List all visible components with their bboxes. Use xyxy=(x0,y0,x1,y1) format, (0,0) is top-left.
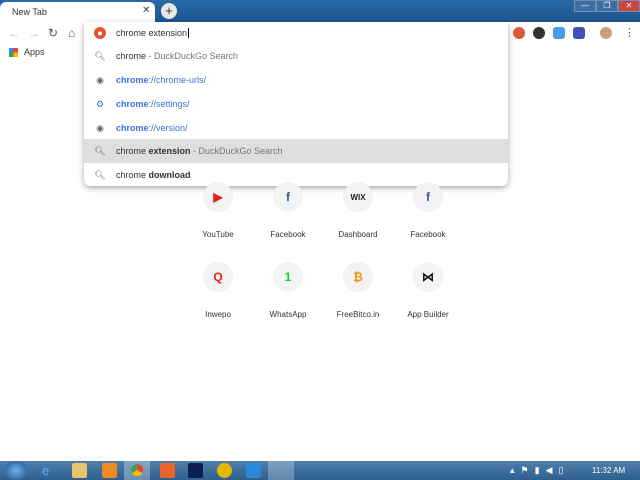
suggestion-item[interactable]: ◉ chrome://chrome-urls/ xyxy=(84,68,508,92)
tab-title: New Tab xyxy=(12,7,47,17)
vscode-icon[interactable] xyxy=(246,463,261,478)
site-favicon-icon: f xyxy=(273,182,303,212)
tile-freebitco-in[interactable]: ₿ FreeBitco.in xyxy=(323,262,393,319)
menu-icon[interactable]: ⋮ xyxy=(624,26,635,39)
site-favicon-icon: f xyxy=(413,182,443,212)
tile-facebook[interactable]: f Facebook xyxy=(253,182,323,239)
duckduckgo-extension-icon[interactable] xyxy=(513,27,525,39)
suggestion-item-selected[interactable]: 🔍︎ chrome extension - DuckDuckGo Search xyxy=(84,139,508,163)
tile-label: FreeBitco.in xyxy=(336,310,380,319)
system-tray-icons[interactable]: ▴⚑▮◀▯ xyxy=(510,465,569,476)
new-tab-button[interactable]: + xyxy=(161,3,177,19)
file-explorer-icon[interactable] xyxy=(72,463,87,478)
site-favicon-icon: 1 xyxy=(273,262,303,292)
tile-inwepo[interactable]: Q Inwepo xyxy=(183,262,253,319)
site-favicon-icon: ▶ xyxy=(203,182,233,212)
close-window-button[interactable]: ✕ xyxy=(618,0,640,12)
app-icon[interactable] xyxy=(217,463,232,478)
globe-icon: ◉ xyxy=(96,75,104,85)
app-icon[interactable] xyxy=(102,463,117,478)
close-tab-icon[interactable]: ✕ xyxy=(142,5,150,16)
suggestion-bold: extension xyxy=(148,146,191,156)
suggestion-text: ://settings/ xyxy=(148,99,190,109)
suggestion-bold: chrome xyxy=(116,75,149,85)
reload-button[interactable]: ↻ xyxy=(48,26,58,40)
chrome-icon xyxy=(131,464,143,476)
extension-icon[interactable] xyxy=(553,27,565,39)
tile-label: Dashboard xyxy=(338,230,378,239)
clock[interactable]: 11:32 AM xyxy=(592,466,625,475)
back-button[interactable]: ← xyxy=(8,26,20,40)
suggestion-suffix: - DuckDuckGo Search xyxy=(190,146,283,156)
minimize-button[interactable]: — xyxy=(574,0,596,12)
suggestion-bold: chrome xyxy=(116,123,149,133)
suggestion-text: ://chrome-urls/ xyxy=(148,75,207,85)
tile-youtube[interactable]: ▶ YouTube xyxy=(183,182,253,239)
suggestion-item[interactable]: ◉ chrome://version/ xyxy=(84,116,508,140)
omnibox-input[interactable]: ● chrome extension xyxy=(84,22,508,44)
photoshop-icon[interactable] xyxy=(188,463,203,478)
xampp-icon[interactable] xyxy=(160,463,175,478)
tile-label: Facebook xyxy=(270,230,306,239)
tile-label: Inwepo xyxy=(205,310,231,319)
chrome-taskbar-button[interactable] xyxy=(124,461,150,480)
suggestion-text: chrome xyxy=(116,51,147,61)
suggestion-item[interactable]: 🔍︎ chrome - DuckDuckGo Search xyxy=(84,44,508,68)
omnibox-dropdown: ● chrome extension 🔍︎ chrome - DuckDuckGo… xyxy=(84,22,508,186)
app-taskbar-button[interactable] xyxy=(268,461,294,480)
search-icon: 🔍︎ xyxy=(94,51,106,61)
suggestion-bold: chrome xyxy=(116,99,149,109)
suggestion-text: chrome xyxy=(116,146,149,156)
suggestion-item[interactable]: ⚙ chrome://settings/ xyxy=(84,92,508,116)
duckduckgo-icon: ● xyxy=(94,27,106,39)
start-button[interactable] xyxy=(5,461,27,480)
tile-app-builder[interactable]: ⋈ App Builder xyxy=(393,262,463,319)
site-favicon-icon: WIX xyxy=(343,182,373,212)
search-icon: 🔍︎ xyxy=(94,146,106,156)
site-favicon-icon: Q xyxy=(203,262,233,292)
tile-whatsapp[interactable]: 1 WhatsApp xyxy=(253,262,323,319)
suggestion-bold: download xyxy=(148,170,191,180)
suggestion-text: ://version/ xyxy=(148,123,188,133)
windows-taskbar: e ▴⚑▮◀▯ 11:32 AM xyxy=(0,461,640,480)
tab-new-tab[interactable]: New Tab xyxy=(0,2,155,22)
suggestion-text: chrome xyxy=(116,170,149,180)
tile-label: WhatsApp xyxy=(269,310,307,319)
home-button[interactable]: ⌂ xyxy=(68,26,75,40)
site-favicon-icon: ₿ xyxy=(343,262,373,292)
apps-shortcut[interactable]: Apps xyxy=(24,47,45,57)
search-icon: 🔍︎ xyxy=(94,170,106,180)
text-cursor xyxy=(188,28,190,38)
apps-grid-icon xyxy=(9,48,18,57)
info-extension-icon[interactable] xyxy=(573,27,585,39)
globe-icon: ◉ xyxy=(96,123,104,133)
tile-dashboard[interactable]: WIX Dashboard xyxy=(323,182,393,239)
suggestion-suffix: - DuckDuckGo Search xyxy=(146,51,239,61)
tile-facebook[interactable]: f Facebook xyxy=(393,182,463,239)
profile-avatar[interactable] xyxy=(600,27,612,39)
forward-button[interactable]: → xyxy=(28,26,40,40)
gear-icon: ⚙ xyxy=(95,99,105,109)
tile-label: Facebook xyxy=(410,230,446,239)
site-favicon-icon: ⋈ xyxy=(413,262,443,292)
tile-label: App Builder xyxy=(407,310,449,319)
omnibox-text: chrome extension xyxy=(116,28,188,38)
tile-label: YouTube xyxy=(202,230,234,239)
extension-icon[interactable] xyxy=(533,27,545,39)
maximize-button[interactable]: ❐ xyxy=(596,0,618,12)
internet-explorer-icon[interactable]: e xyxy=(42,463,57,478)
